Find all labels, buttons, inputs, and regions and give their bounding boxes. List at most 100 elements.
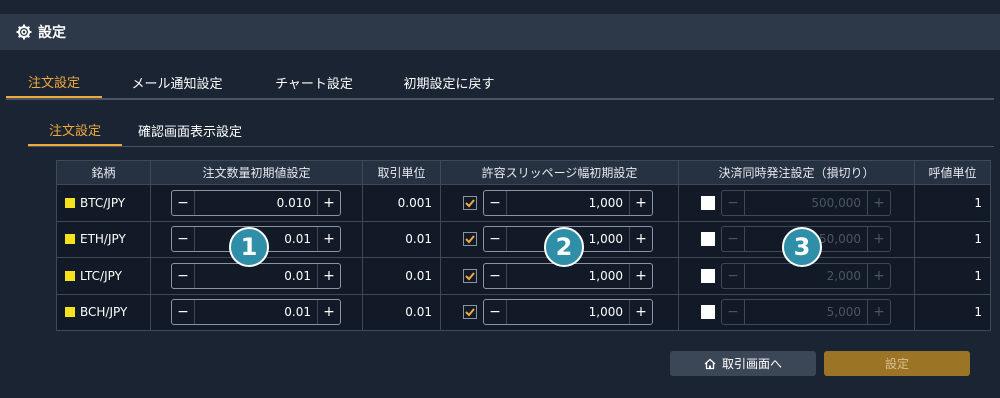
save-settings-button[interactable]: 設定 [824, 351, 970, 376]
tab-order-settings[interactable]: 注文設定 [6, 66, 102, 98]
symbol-label: LTC/JPY [80, 268, 122, 283]
qty-input[interactable]: 0.01 [194, 300, 318, 325]
col-header-slippage: 許容スリッページ幅初期設定 [440, 160, 679, 185]
settings-header: 設定 [0, 14, 1000, 50]
stoploss-checkbox[interactable] [701, 305, 715, 320]
tick-cell: 1 [914, 184, 991, 222]
qty-increment-button[interactable]: + [318, 264, 340, 288]
subtab-order-settings[interactable]: 注文設定 [28, 114, 122, 146]
callout-badge-3: 3 [782, 227, 822, 267]
stoploss-stepper: − 5,000 + [721, 299, 891, 326]
slippage-cell: − 1,000 + [440, 293, 679, 331]
symbol-marker [65, 234, 75, 245]
stoploss-checkbox[interactable] [701, 268, 715, 283]
slippage-decrement-button[interactable]: − [484, 300, 506, 324]
stoploss-increment-button: + [873, 267, 885, 284]
symbol-marker [65, 197, 75, 208]
symbol-cell: BCH/JPY [56, 293, 151, 331]
slippage-stepper: − 1,000 + [483, 262, 653, 289]
stoploss-decrement-button: − [727, 231, 739, 248]
slippage-input[interactable]: 1,000 [506, 263, 630, 288]
stoploss-decrement-button: − [727, 304, 739, 321]
stoploss-cell: − 500,000 + [678, 184, 915, 222]
stoploss-stepper: − 500,000 + [721, 189, 891, 216]
slippage-increment-button[interactable]: + [630, 264, 652, 288]
trade-screen-label: 取引画面へ [721, 357, 782, 371]
tick-cell: 1 [914, 293, 991, 331]
qty-decrement-button[interactable]: − [172, 191, 194, 215]
symbol-cell: LTC/JPY [56, 257, 151, 295]
qty-stepper: − 0.01 + [171, 262, 341, 289]
table-row: ETH/JPY − 0.01 + 0.01 − 1,000 + − 50,000… [56, 220, 991, 258]
stoploss-decrement-button: − [727, 267, 739, 284]
slippage-stepper: − 1,000 + [483, 189, 653, 216]
gear-icon [16, 24, 32, 40]
order-settings-table: 銘柄 注文数量初期値設定 取引単位 許容スリッページ幅初期設定 決済同時発注設定… [56, 160, 991, 331]
qty-input[interactable]: 0.010 [194, 190, 318, 215]
slippage-increment-button[interactable]: + [630, 300, 652, 324]
unit-cell: 0.001 [362, 184, 441, 222]
symbol-label: BTC/JPY [80, 195, 126, 210]
slippage-checkbox[interactable] [463, 232, 477, 247]
symbol-label: BCH/JPY [80, 305, 128, 320]
callout-badge-2: 2 [544, 227, 584, 267]
top-strip [0, 0, 1000, 14]
qty-decrement-button[interactable]: − [172, 264, 194, 288]
col-header-tick: 呼値単位 [914, 160, 991, 185]
table-row: LTC/JPY − 0.01 + 0.01 − 1,000 + − 2,000 … [56, 257, 991, 295]
stoploss-checkbox[interactable] [701, 195, 715, 210]
sub-tabs: 注文設定 確認画面表示設定 [28, 114, 258, 146]
symbol-label: ETH/JPY [80, 232, 126, 247]
tick-cell: 1 [914, 257, 991, 295]
table-row: BCH/JPY − 0.01 + 0.01 − 1,000 + − 5,000 … [56, 293, 991, 331]
slippage-increment-button[interactable]: + [630, 227, 652, 251]
main-tabs: 注文設定 メール通知設定 チャート設定 初期設定に戻す [6, 66, 522, 98]
slippage-input[interactable]: 1,000 [506, 300, 630, 325]
qty-stepper: − 0.010 + [171, 189, 341, 216]
qty-increment-button[interactable]: + [318, 300, 340, 324]
stoploss-input: 2,000 [744, 263, 868, 288]
slippage-decrement-button[interactable]: − [484, 264, 506, 288]
table-header-row: 銘柄 注文数量初期値設定 取引単位 許容スリッページ幅初期設定 決済同時発注設定… [56, 160, 991, 185]
unit-cell: 0.01 [362, 293, 441, 331]
col-header-symbol: 銘柄 [56, 160, 151, 185]
col-header-stoploss: 決済同時発注設定（損切り） [678, 160, 915, 185]
qty-decrement-button[interactable]: − [172, 227, 194, 251]
slippage-checkbox[interactable] [463, 268, 477, 283]
symbol-marker [65, 270, 75, 281]
trade-screen-button[interactable]: 取引画面へ [670, 351, 816, 376]
qty-decrement-button[interactable]: − [172, 300, 194, 324]
stoploss-increment-button: + [873, 231, 885, 248]
callout-badge-1: 1 [229, 227, 269, 267]
stoploss-input: 5,000 [744, 300, 868, 325]
slippage-decrement-button[interactable]: − [484, 191, 506, 215]
tick-cell: 1 [914, 220, 991, 258]
slippage-checkbox[interactable] [463, 305, 477, 320]
slippage-cell: − 1,000 + [440, 184, 679, 222]
qty-cell: − 0.01 + [150, 293, 363, 331]
slippage-decrement-button[interactable]: − [484, 227, 506, 251]
symbol-cell: ETH/JPY [56, 220, 151, 258]
stoploss-checkbox[interactable] [701, 232, 715, 247]
home-icon [704, 358, 716, 369]
unit-cell: 0.01 [362, 220, 441, 258]
tab-chart-settings[interactable]: チャート設定 [252, 66, 376, 98]
symbol-marker [65, 307, 75, 318]
main-tabs-divider [6, 98, 994, 100]
slippage-stepper: − 1,000 + [483, 299, 653, 326]
qty-input[interactable]: 0.01 [194, 263, 318, 288]
col-header-unit: 取引単位 [362, 160, 441, 185]
table-row: BTC/JPY − 0.010 + 0.001 − 1,000 + − 500,… [56, 184, 991, 222]
qty-increment-button[interactable]: + [318, 227, 340, 251]
subtab-confirm-screen[interactable]: 確認画面表示設定 [122, 114, 258, 146]
qty-stepper: − 0.01 + [171, 299, 341, 326]
slippage-increment-button[interactable]: + [630, 191, 652, 215]
stoploss-decrement-button: − [727, 194, 739, 211]
tab-mail-notification[interactable]: メール通知設定 [102, 66, 252, 98]
slippage-input[interactable]: 1,000 [506, 190, 630, 215]
symbol-cell: BTC/JPY [56, 184, 151, 222]
stoploss-increment-button: + [873, 194, 885, 211]
tab-reset-defaults[interactable]: 初期設定に戻す [376, 66, 522, 98]
slippage-checkbox[interactable] [463, 195, 477, 210]
qty-increment-button[interactable]: + [318, 191, 340, 215]
